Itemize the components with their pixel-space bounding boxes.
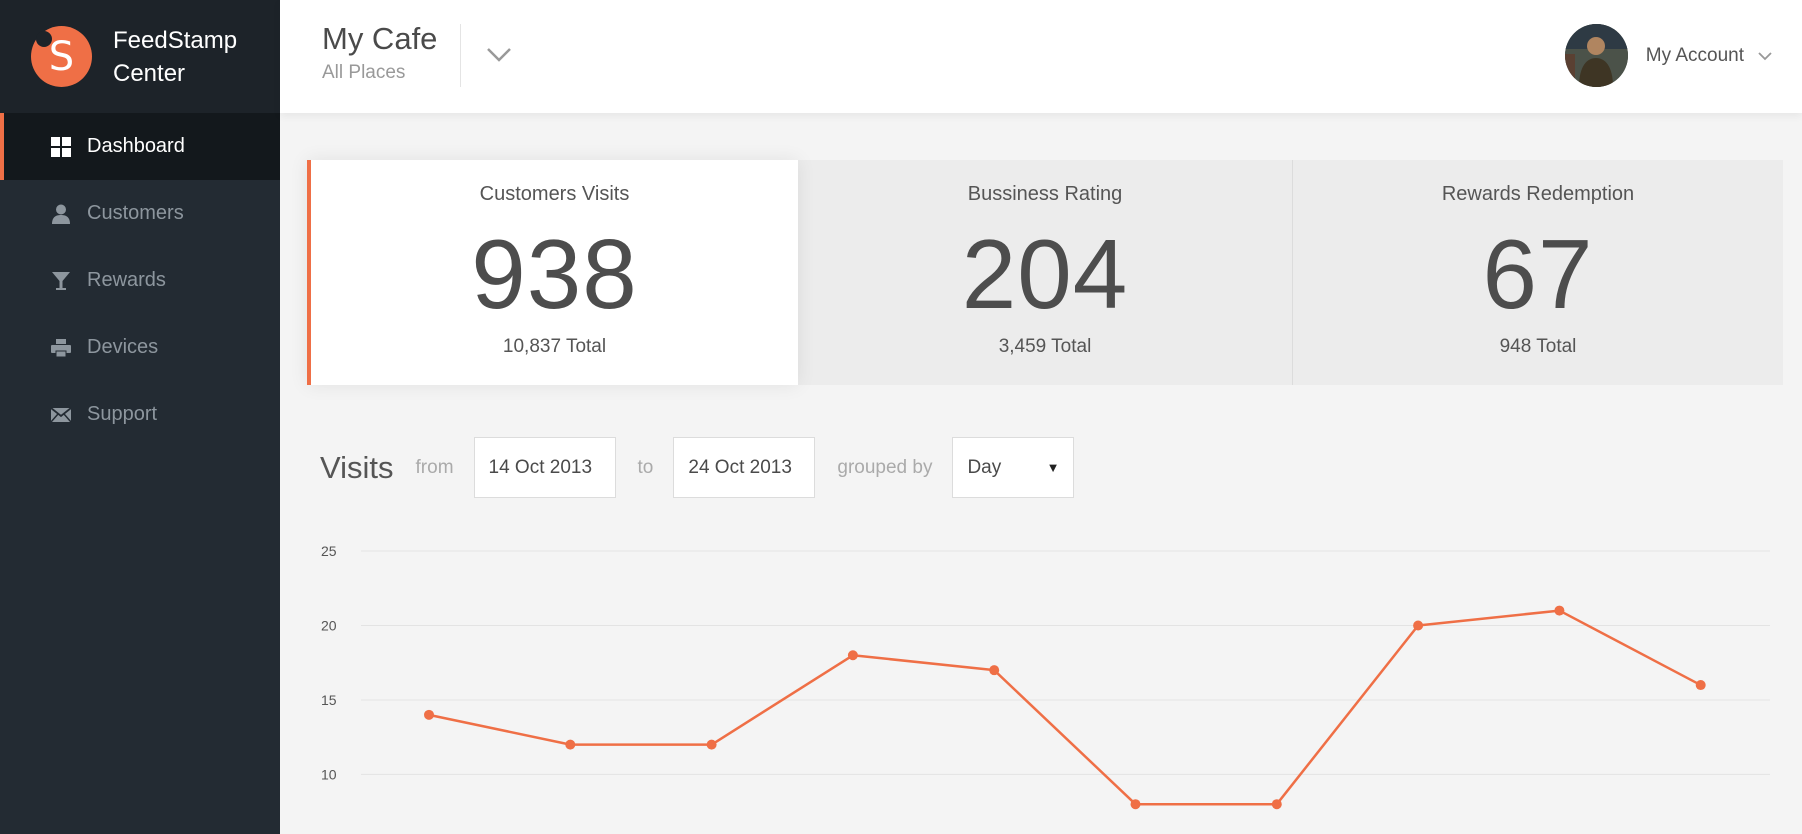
sidebar-item-rewards[interactable]: Rewards [0, 247, 280, 314]
sidebar-nav: Dashboard Customers Rewards Devices Supp… [0, 113, 280, 448]
place-name: My Cafe [322, 21, 438, 56]
sidebar-item-customers[interactable]: Customers [0, 180, 280, 247]
top-header: My Cafe All Places My Account [280, 0, 1802, 113]
series-line [428, 609, 1702, 806]
y-tick-label: 15 [321, 692, 337, 708]
account-menu[interactable]: My Account [1564, 24, 1774, 87]
chevron-down-icon[interactable] [483, 38, 515, 70]
data-point[interactable] [706, 739, 717, 750]
data-point[interactable] [1695, 680, 1706, 691]
user-icon [50, 203, 72, 225]
data-point[interactable] [565, 739, 576, 750]
stat-value: 204 [961, 219, 1129, 329]
sidebar-item-devices[interactable]: Devices [0, 314, 280, 381]
to-date-input[interactable]: 24 Oct 2013 [673, 437, 816, 498]
from-date-input[interactable]: 14 Oct 2013 [473, 437, 616, 498]
visits-chart: 10 15 20 25 [321, 543, 1770, 810]
data-point[interactable] [1554, 605, 1565, 616]
logo-letter: S [48, 33, 75, 80]
sidebar: S FeedStamp Center Dashboard Customers R… [0, 0, 280, 834]
cocktail-icon [50, 270, 72, 292]
group-by-select[interactable]: Day ▼ [952, 437, 1075, 498]
place-switcher[interactable]: My Cafe All Places [322, 20, 437, 84]
sidebar-item-support[interactable]: Support [0, 381, 280, 448]
stat-value: 938 [471, 219, 638, 329]
stat-label: Rewards Redemption [1441, 183, 1635, 205]
y-tick-label: 10 [321, 766, 337, 782]
data-point[interactable] [1413, 620, 1424, 631]
stats-row: Customers Visits 938 10,837 Total Bussin… [307, 160, 1783, 385]
data-point[interactable] [424, 709, 434, 720]
visits-filters: Visits from 14 Oct 2013 to 24 Oct 2013 g… [320, 437, 1096, 498]
stat-value: 67 [1482, 219, 1594, 329]
y-tick-label: 25 [321, 543, 337, 559]
header-divider [460, 24, 461, 87]
section-title: Visits [320, 449, 394, 485]
data-point[interactable] [1130, 799, 1141, 810]
stat-total: 10,837 Total [502, 336, 607, 357]
sidebar-item-label: Rewards [87, 269, 166, 291]
data-point[interactable] [847, 650, 858, 661]
sidebar-item-label: Devices [87, 336, 159, 358]
caret-down-icon: ▼ [1046, 460, 1060, 475]
data-point[interactable] [989, 665, 1000, 676]
brand[interactable]: S FeedStamp Center [0, 0, 280, 113]
sidebar-item-label: Customers [87, 202, 184, 224]
avatar[interactable] [1564, 24, 1628, 87]
stat-label: Bussiness Rating [967, 183, 1123, 205]
logo: S [31, 26, 92, 87]
account-label: My Account [1645, 44, 1744, 66]
stat-total: 3,459 Total [998, 336, 1092, 357]
brand-name: FeedStamp Center [113, 26, 238, 87]
stat-card-business-rating[interactable]: Bussiness Rating 204 3,459 Total [798, 160, 1292, 385]
sidebar-item-label: Dashboard [87, 135, 185, 157]
stat-label: Customers Visits [479, 183, 630, 205]
sidebar-item-dashboard[interactable]: Dashboard [0, 113, 280, 180]
sidebar-item-label: Support [87, 403, 158, 425]
envelope-icon [50, 404, 72, 426]
stat-card-rewards-redemption[interactable]: Rewards Redemption 67 948 Total [1292, 160, 1783, 385]
data-point[interactable] [1271, 799, 1282, 810]
dashboard-icon [50, 136, 72, 158]
grouped-by-label: grouped by [837, 456, 933, 478]
y-tick-label: 20 [321, 617, 337, 633]
group-by-value: Day [967, 456, 1002, 478]
to-label: to [637, 456, 654, 478]
chevron-down-icon [1758, 51, 1772, 60]
from-label: from [415, 456, 454, 478]
stat-total: 948 Total [1499, 336, 1577, 357]
printer-icon [50, 337, 72, 359]
stat-card-customer-visits[interactable]: Customers Visits 938 10,837 Total [307, 160, 798, 385]
place-subtitle: All Places [322, 62, 406, 83]
